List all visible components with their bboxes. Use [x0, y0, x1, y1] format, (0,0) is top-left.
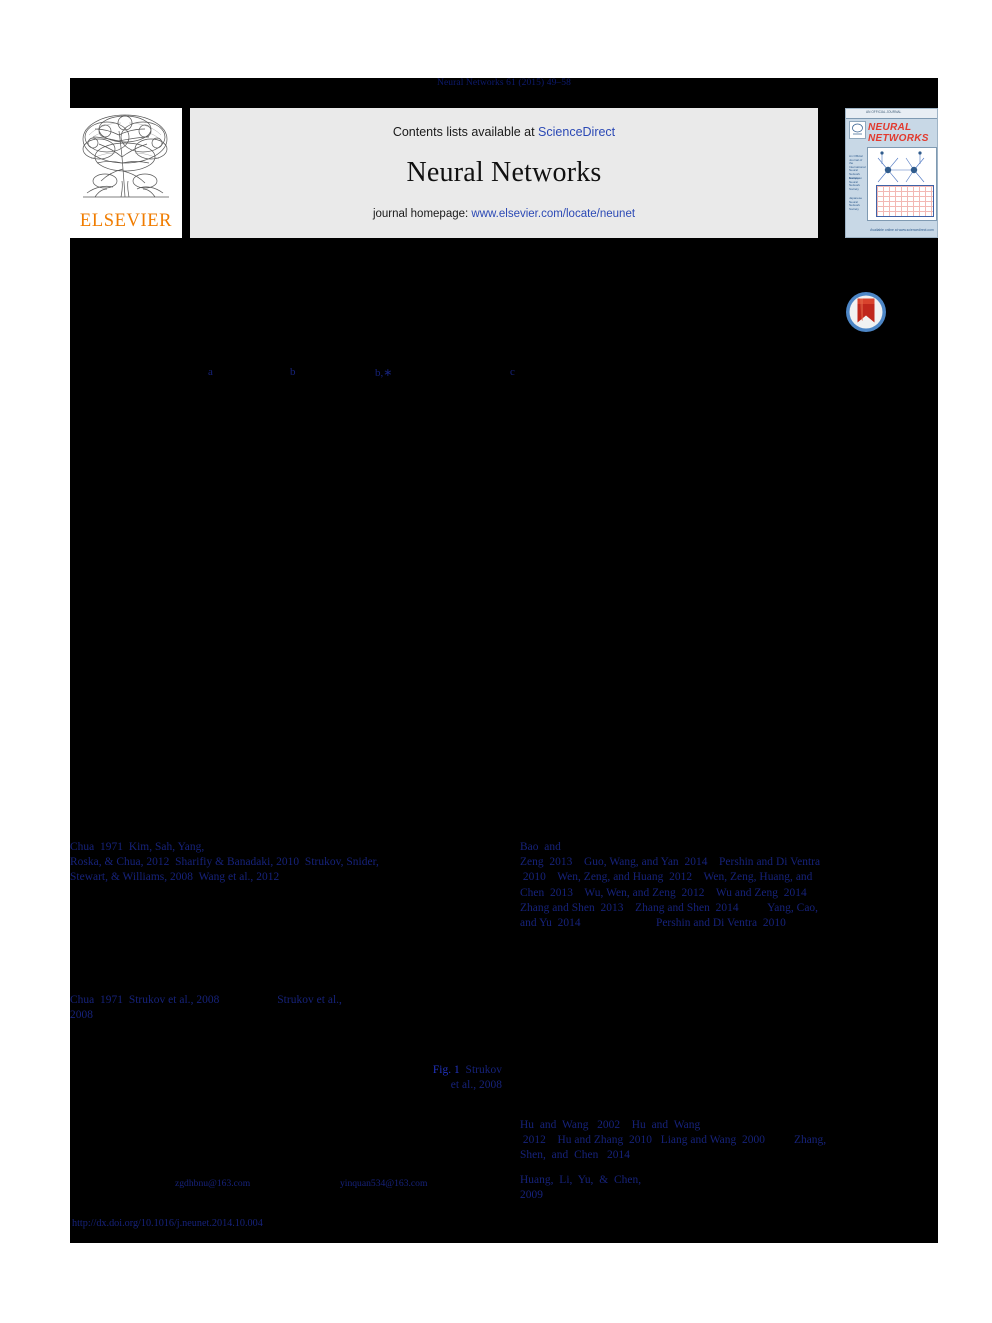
contents-available-line: Contents lists available at ScienceDirec… — [190, 125, 818, 139]
homepage-prefix: journal homepage: — [372, 208, 472, 220]
citation-group-right-2[interactable]: Hu and Wang 2002 Hu and Wang 2012 Hu and… — [520, 1118, 938, 1164]
cover-bottom-text: Available online at www.sciencedirect.co… — [870, 228, 934, 232]
journal-homepage-link[interactable]: www.elsevier.com/locate/neunet — [471, 208, 635, 220]
crossmark-badge[interactable] — [844, 290, 888, 334]
figure-1-link[interactable]: Fig. 1 — [433, 1064, 460, 1076]
journal-masthead: ELSEVIER Contents lists available at Sci… — [70, 108, 938, 238]
corresponding-email-1[interactable]: zgdhbnu@163.com — [175, 1178, 250, 1189]
cover-title-line1: NEURAL — [868, 122, 912, 133]
journal-homepage-line: journal homepage: www.elsevier.com/locat… — [190, 208, 818, 220]
citation-group-left-1[interactable]: Chua 1971 Kim, Sah, Yang, Roska, & Chua,… — [70, 840, 502, 886]
affiliation-marker-b-corresponding: b,∗ — [375, 367, 393, 379]
journal-page-sheet: Neural Networks 61 (2015) 49–58 ELSEVIER… — [70, 78, 938, 1243]
citation-group-left-3[interactable]: Fig. 1 Strukov et al., 2008 — [70, 1048, 502, 1109]
cover-side-text-3: Japanese Neural Network Society — [849, 196, 863, 211]
cover-topbar: AN OFFICIAL JOURNAL — [846, 109, 937, 119]
elsevier-tree-icon — [75, 111, 177, 207]
contents-band: Contents lists available at ScienceDirec… — [190, 108, 818, 238]
citation-group-left-2[interactable]: Chua 1971 Strukov et al., 2008 Strukov e… — [70, 993, 502, 1023]
sciencedirect-link[interactable]: ScienceDirect — [538, 125, 615, 139]
cover-plot-grid — [876, 185, 934, 217]
affiliation-marker-a: a — [208, 366, 213, 378]
crossmark-icon — [846, 292, 886, 332]
citation-group-right-1[interactable]: Bao and Zeng 2013 Guo, Wang, and Yan 201… — [520, 840, 938, 931]
citation-group-right-3[interactable]: Huang, Li, Yu, & Chen, 2009 — [520, 1173, 938, 1203]
cover-title-line2: NETWORKS — [868, 133, 929, 144]
doi-link[interactable]: http://dx.doi.org/10.1016/j.neunet.2014.… — [72, 1218, 263, 1229]
affiliation-marker-b: b — [290, 366, 296, 378]
journal-cover-thumbnail: AN OFFICIAL JOURNAL NEURAL NETWORKS An O… — [845, 108, 938, 238]
corresponding-email-2[interactable]: yinquan534@163.com — [340, 1178, 427, 1189]
elsevier-wordmark: ELSEVIER — [79, 211, 173, 231]
journal-title: Neural Networks — [406, 157, 602, 188]
cover-side-text-2: European Neural Network Society — [849, 176, 863, 191]
cover-topbar-text: AN OFFICIAL JOURNAL — [866, 110, 902, 114]
affiliation-marker-c: c — [510, 366, 515, 378]
elsevier-logo: ELSEVIER — [70, 108, 182, 238]
cover-title: NEURAL NETWORKS — [868, 122, 936, 144]
contents-prefix: Contents lists available at — [392, 125, 539, 139]
running-head: Neural Networks 61 (2015) 49–58 — [437, 78, 571, 88]
cover-elsevier-mark-icon — [849, 121, 866, 139]
